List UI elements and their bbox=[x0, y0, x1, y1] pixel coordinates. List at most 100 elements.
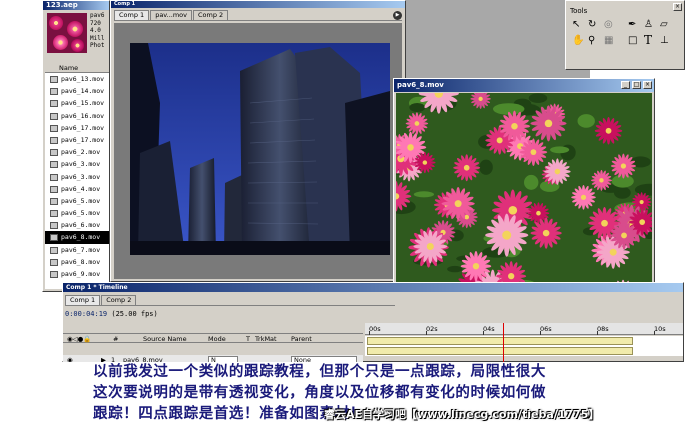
flower bbox=[414, 151, 436, 174]
ruler-tick bbox=[426, 331, 427, 335]
current-time-indicator[interactable] bbox=[503, 323, 504, 363]
file-name: pav6_7.mov bbox=[61, 245, 101, 254]
project-column-header[interactable]: Name bbox=[45, 63, 109, 73]
project-title: 123.aep bbox=[43, 1, 109, 10]
flower bbox=[530, 217, 562, 249]
flower bbox=[441, 187, 475, 221]
project-file-item[interactable]: pav6_17.mov bbox=[45, 122, 109, 134]
flower bbox=[453, 154, 481, 182]
left-margin bbox=[0, 0, 42, 437]
flower bbox=[530, 105, 567, 142]
comp-viewer-pasteboard bbox=[114, 23, 402, 279]
project-file-list: pav6_13.mov pav6_14.mov pav6_15.mov pav6_16… bbox=[45, 73, 109, 289]
comp-tabs: Comp 1 pav...mov Comp 2 ▶ bbox=[114, 10, 402, 21]
footage-file-icon bbox=[50, 234, 58, 242]
maximize-button[interactable]: □ bbox=[632, 81, 641, 89]
flower bbox=[571, 184, 596, 210]
col-source-name: Source Name bbox=[143, 335, 187, 343]
panel-menu-arrow-icon[interactable]: ▶ bbox=[393, 11, 402, 20]
caption-area: 以前我发过一个类似的跟踪教程，但那个只是一点跟踪，局限性很大 这次要说明的是带有… bbox=[40, 362, 695, 437]
flower bbox=[413, 229, 448, 264]
flower bbox=[498, 110, 530, 142]
footage-file-icon bbox=[50, 76, 58, 83]
footage-file-icon bbox=[50, 112, 58, 120]
caption-line-1: 以前我发过一个类似的跟踪教程，但那个只是一点跟踪，局限性很大 bbox=[93, 364, 546, 380]
av-switch-icons: ◉◁●🔒 bbox=[67, 335, 92, 343]
flower bbox=[460, 250, 492, 282]
flower bbox=[544, 158, 571, 185]
footage-window-title: pav6_8.mov bbox=[394, 79, 654, 92]
selection-tool-icon[interactable]: ↖ bbox=[572, 19, 580, 30]
tab-footage[interactable]: pav...mov bbox=[150, 10, 192, 20]
col-mode: Mode bbox=[208, 335, 226, 343]
rectangle-tool-icon[interactable]: □ bbox=[628, 35, 637, 46]
ruler-label: 04s bbox=[483, 325, 495, 333]
timeline-title: Comp 1 * Timeline bbox=[63, 283, 683, 292]
footage-file-icon bbox=[50, 258, 58, 266]
project-file-item[interactable]: pav6_8.mov bbox=[45, 231, 109, 244]
eraser-tool-icon[interactable]: ▱ bbox=[660, 19, 668, 30]
file-name: pav6_9.mov bbox=[61, 270, 101, 278]
project-file-item[interactable]: pav6_5.mov bbox=[45, 195, 109, 207]
project-file-item[interactable]: pav6_16.mov bbox=[45, 110, 109, 122]
flower bbox=[610, 153, 636, 179]
camera-tool-icon[interactable]: ▦ bbox=[604, 35, 613, 46]
project-file-item[interactable]: pav6_5.mov bbox=[45, 207, 109, 219]
footage-file-icon bbox=[50, 197, 58, 205]
close-button[interactable]: × bbox=[643, 81, 652, 89]
col-trkmat: TrkMat bbox=[255, 335, 277, 343]
project-file-item[interactable]: pav6_4.mov bbox=[45, 183, 109, 195]
tools-close-button[interactable]: × bbox=[673, 3, 682, 11]
footage-file-icon bbox=[50, 100, 58, 108]
stamp-tool-icon[interactable]: ♙ bbox=[644, 19, 653, 30]
tab-comp2[interactable]: Comp 2 bbox=[193, 10, 229, 20]
project-file-item[interactable]: pav6_7.mov bbox=[45, 244, 109, 256]
project-file-item[interactable]: pav6_6.mov bbox=[45, 219, 109, 231]
file-name: pav6_2.mov bbox=[61, 148, 101, 157]
file-name: pav6_17.mov bbox=[61, 123, 105, 132]
file-name: pav6_16.mov bbox=[61, 111, 105, 120]
layer-bar-2[interactable] bbox=[367, 347, 633, 355]
ruler-label: 06s bbox=[540, 325, 552, 333]
file-name: pav6_5.mov bbox=[61, 209, 101, 218]
file-name: pav6_13.mov bbox=[61, 75, 105, 83]
minimize-button[interactable]: _ bbox=[621, 81, 630, 89]
flower bbox=[405, 112, 429, 135]
time-ruler[interactable]: 00s 02s 04s 06s 08s 10s bbox=[365, 323, 683, 335]
project-file-item[interactable]: pav6_17.mov bbox=[45, 134, 109, 146]
zoom-tool-icon[interactable]: ⚲ bbox=[588, 35, 595, 46]
tab-comp1[interactable]: Comp 1 bbox=[114, 10, 150, 20]
footage-file-icon bbox=[50, 210, 58, 218]
timeline-tab-comp2[interactable]: Comp 2 bbox=[101, 295, 137, 305]
orbit-tool-icon[interactable]: ◎ bbox=[604, 19, 613, 30]
project-file-item[interactable]: pav6_13.mov bbox=[45, 73, 109, 85]
flower bbox=[590, 169, 613, 191]
caption-line-2: 这次要说明的是带有透视变化，角度以及位移都有变化的时候如何做 bbox=[93, 385, 546, 401]
project-file-item[interactable]: pav6_8.mov bbox=[45, 256, 109, 268]
footage-file-icon bbox=[50, 124, 58, 132]
type-tool-icon[interactable]: T bbox=[644, 33, 652, 47]
col-num: # bbox=[113, 335, 119, 343]
file-name: pav6_17.mov bbox=[61, 135, 105, 144]
project-file-item[interactable]: pav6_15.mov bbox=[45, 97, 109, 109]
file-name: pav6_3.mov bbox=[61, 172, 101, 181]
rotate-tool-icon[interactable]: ↻ bbox=[588, 19, 596, 30]
project-thumbnail bbox=[47, 13, 87, 53]
file-name: pav6_14.mov bbox=[61, 87, 105, 96]
timecode[interactable]: 0:00:04:19 (25.00 fps) bbox=[65, 310, 158, 318]
project-file-item[interactable]: pav6_3.mov bbox=[45, 158, 109, 170]
project-file-item[interactable]: pav6_14.mov bbox=[45, 85, 109, 97]
project-file-item[interactable]: pav6_9.mov bbox=[45, 268, 109, 280]
pin-tool-icon[interactable]: ⊥ bbox=[660, 35, 669, 46]
project-file-item[interactable]: pav6_3.mov bbox=[45, 171, 109, 183]
project-file-item[interactable]: pav6_2.mov bbox=[45, 146, 109, 158]
hand-tool-icon[interactable]: ✋ bbox=[572, 35, 584, 46]
timeline-tab-comp1[interactable]: Comp 1 bbox=[65, 295, 101, 305]
pen-tool-icon[interactable]: ✒ bbox=[628, 19, 636, 30]
ruler-tick bbox=[597, 331, 598, 335]
file-name: pav6_8.mov bbox=[61, 233, 101, 242]
project-panel: 123.aep pav6 720 4.0 Mill Phot Name pav6_13.… bbox=[42, 0, 110, 292]
tools-grid: ↖ ↻ ◎ ✒ ♙ ▱ ✋ ⚲ ▦ □ T ⊥ bbox=[572, 19, 682, 67]
footage-file-icon bbox=[50, 161, 58, 169]
layer-bar-1[interactable] bbox=[367, 337, 633, 345]
